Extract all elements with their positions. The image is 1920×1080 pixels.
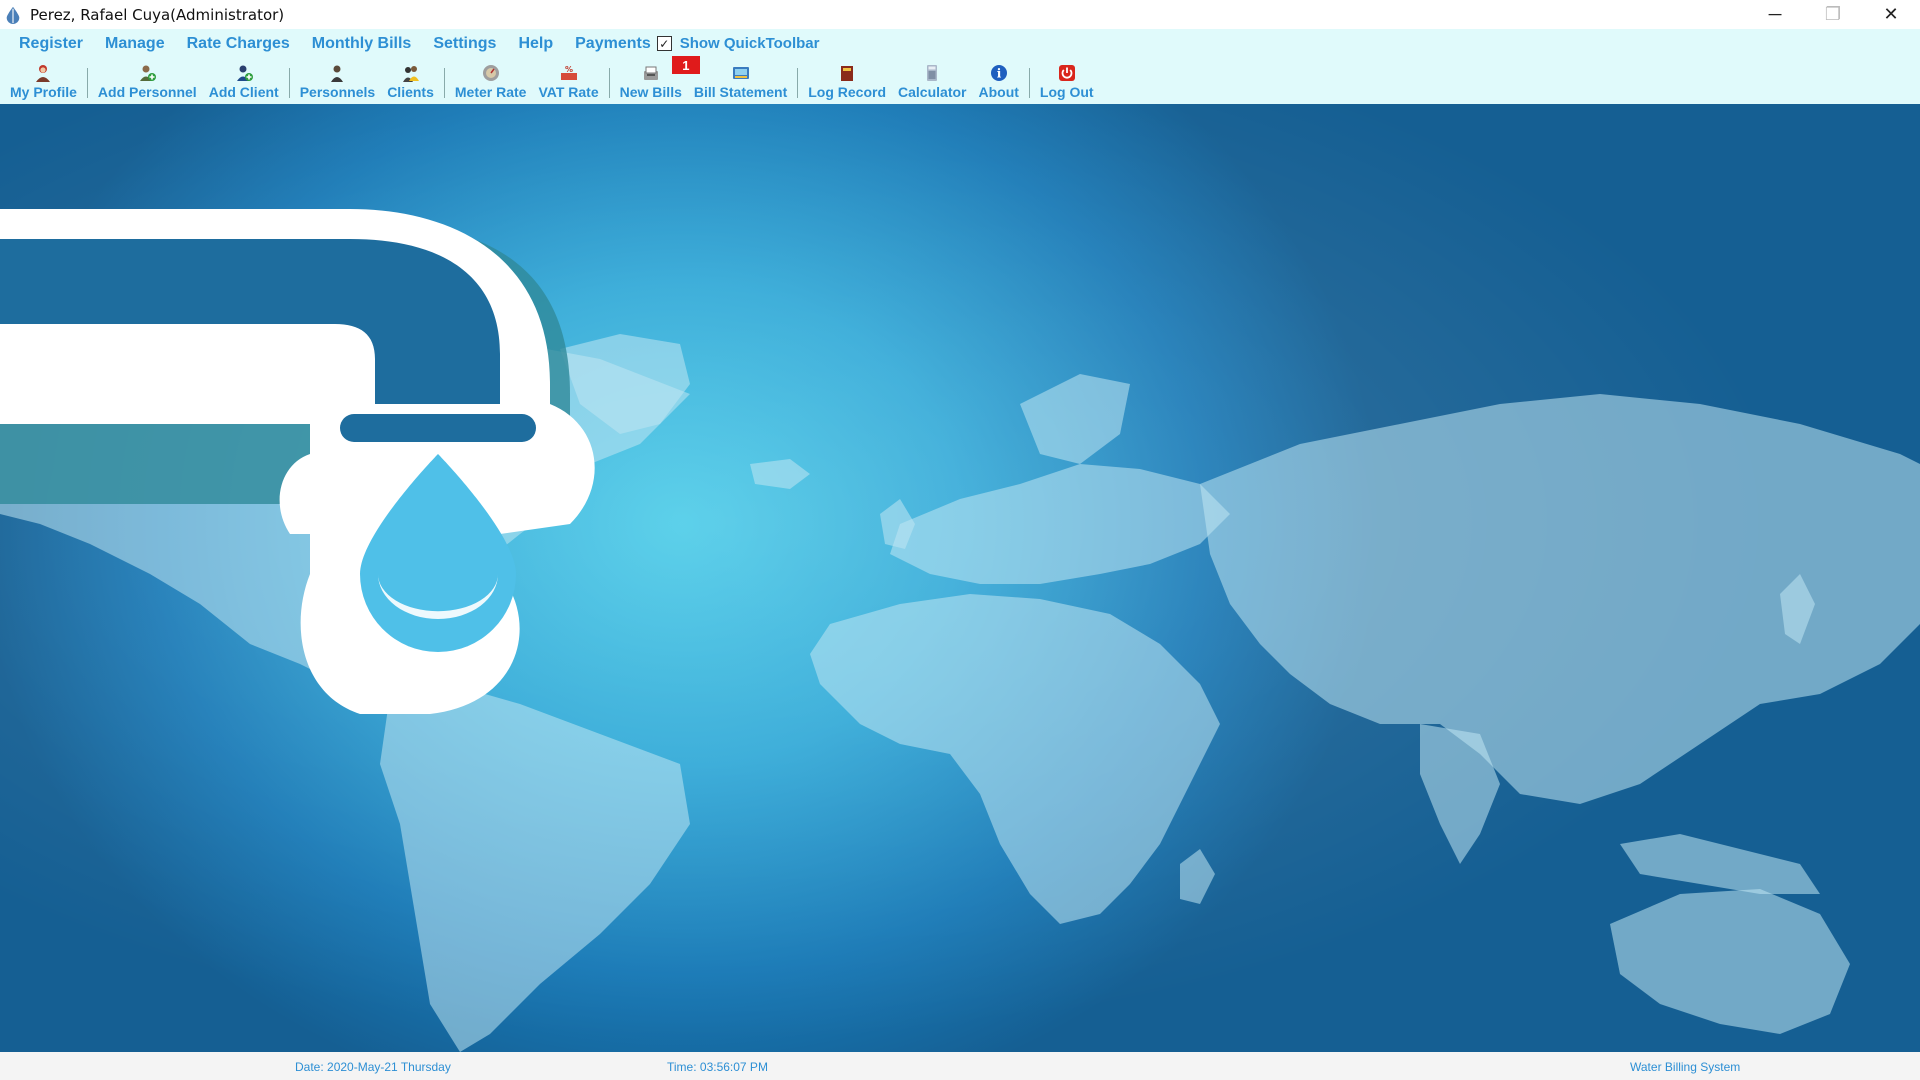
window-controls: ─ ❐ ✕: [1746, 0, 1920, 29]
clients-icon: [402, 66, 419, 82]
log-record-button[interactable]: Log Record: [808, 60, 886, 104]
add-client-icon: [236, 65, 253, 81]
personnels-icon: [331, 65, 344, 82]
toolbar-separator: [443, 68, 445, 98]
menu-payments[interactable]: Payments: [575, 35, 651, 53]
menu-settings[interactable]: Settings: [433, 35, 496, 53]
restore-button[interactable]: ❐: [1804, 0, 1862, 29]
menu-manage[interactable]: Manage: [105, 35, 165, 53]
menu-bar: Register Manage Rate Charges Monthly Bil…: [0, 29, 1920, 58]
minimize-button[interactable]: ─: [1746, 0, 1804, 29]
vat-icon: %: [560, 65, 577, 80]
status-bar: Date: 2020-May-21 Thursday Time: 03:56:0…: [0, 1052, 1920, 1080]
status-date: Date: 2020-May-21 Thursday: [295, 1060, 451, 1074]
toolbar-separator: [608, 68, 610, 98]
log-out-button[interactable]: Log Out: [1040, 60, 1094, 104]
about-icon: i: [990, 65, 1007, 81]
calculator-button[interactable]: Calculator: [898, 60, 966, 104]
main-background: [0, 104, 1920, 1052]
status-app-name: Water Billing System: [1630, 1060, 1741, 1074]
new-bills-icon: [643, 66, 658, 80]
toolbar-separator: [86, 68, 88, 98]
bill-statement-button[interactable]: Bill Statement: [694, 60, 787, 104]
svg-text:i: i: [996, 67, 1001, 81]
new-bills-button[interactable]: 1 New Bills: [620, 56, 700, 104]
status-time: Time: 03:56:07 PM: [667, 1060, 768, 1074]
menu-help[interactable]: Help: [518, 35, 553, 53]
window-title: Perez, Rafael Cuya(Administrator): [30, 5, 285, 24]
about-button[interactable]: i About: [978, 60, 1019, 104]
quick-toolbar-label: Show QuickToolbar: [679, 35, 820, 52]
meter-icon: [482, 65, 499, 81]
title-bar: Perez, Rafael Cuya(Administrator) ─ ❐ ✕: [0, 0, 1920, 29]
menu-register[interactable]: Register: [19, 35, 83, 53]
power-icon: [1058, 65, 1075, 81]
svg-text:%: %: [565, 65, 573, 74]
toolbar-separator: [1028, 68, 1030, 98]
menu-monthly-bills[interactable]: Monthly Bills: [312, 35, 412, 53]
my-profile-button[interactable]: My Profile: [10, 60, 77, 104]
toolbar-separator: [288, 68, 290, 98]
water-drop-app-icon: [6, 6, 20, 24]
quick-toolbar: My Profile Add Personnel Add Client Pers…: [0, 56, 1920, 104]
toolbar-separator: [797, 68, 799, 98]
vat-rate-button[interactable]: % VAT Rate: [538, 60, 598, 104]
close-button[interactable]: ✕: [1862, 0, 1920, 29]
menu-rate-charges[interactable]: Rate Charges: [187, 35, 290, 53]
log-record-icon: [841, 66, 854, 81]
profile-icon: [36, 65, 51, 82]
personnels-button[interactable]: Personnels: [300, 60, 375, 104]
add-personnel-button[interactable]: Add Personnel: [98, 60, 197, 104]
bill-statement-icon: [732, 67, 749, 79]
calculator-icon: [927, 65, 938, 81]
add-personnel-icon: [140, 65, 157, 81]
world-map-illustration: [0, 104, 1920, 1052]
quick-toolbar-checkbox[interactable]: ✓: [656, 36, 672, 51]
show-quick-toolbar-toggle[interactable]: ✓ Show QuickToolbar: [656, 35, 820, 52]
add-client-button[interactable]: Add Client: [209, 60, 279, 104]
clients-button[interactable]: Clients: [387, 60, 434, 104]
meter-rate-button[interactable]: Meter Rate: [455, 60, 526, 104]
